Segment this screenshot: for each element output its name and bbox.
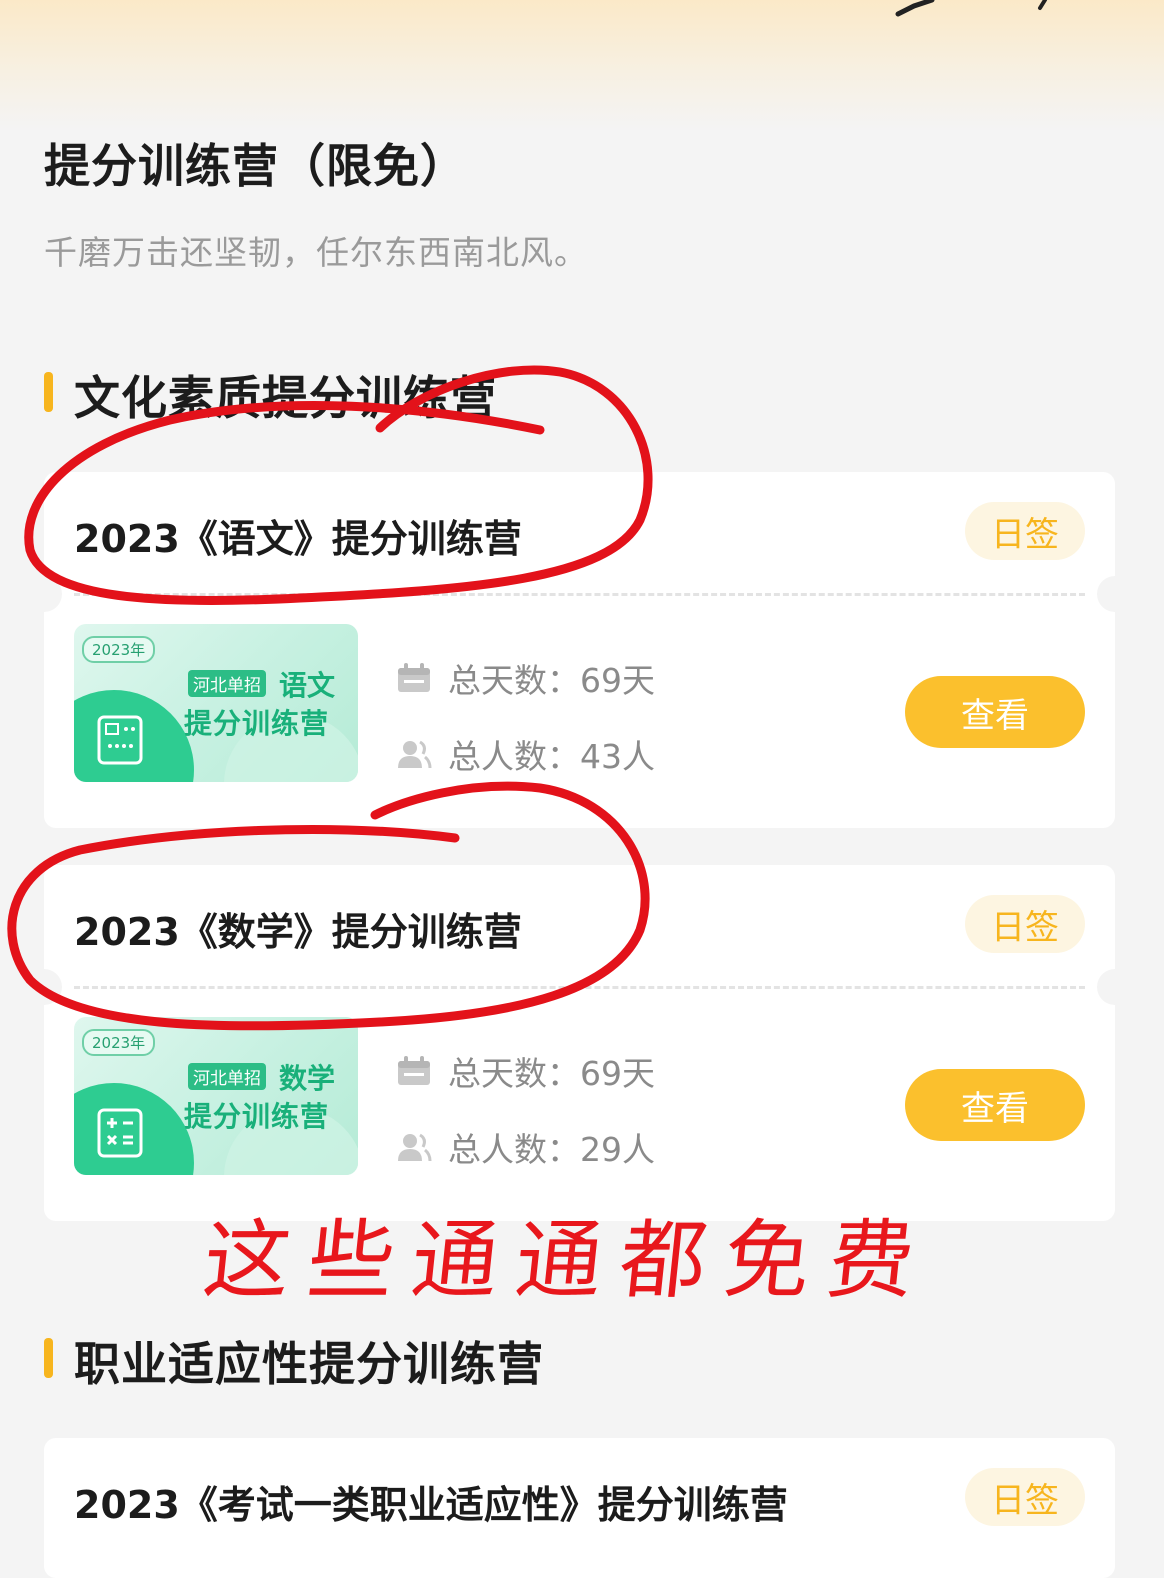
total-people: 总人数：43人: [396, 730, 655, 778]
total-days: 总天数：69天: [396, 654, 655, 702]
thumbnail-tag: 河北单招: [188, 1063, 266, 1090]
thumbnail-subject: 语文: [279, 669, 336, 702]
card-header: 2023《语文》提分训练营 日签: [44, 472, 1115, 594]
card-divider: [74, 986, 1085, 989]
daily-sign-button[interactable]: 日签: [965, 502, 1085, 560]
thumbnail-year: 2023年: [82, 1029, 156, 1056]
ticket-notch: [26, 969, 62, 1005]
header-decoration-icon: [895, 0, 1047, 17]
users-icon: [398, 740, 432, 769]
thumbnail-subject: 数学: [279, 1062, 336, 1095]
section-title: 文化素质提分训练营: [74, 371, 497, 425]
total-people: 总人数：29人: [396, 1123, 655, 1171]
card-header: 2023《考试一类职业适应性》提分训练营 日签: [44, 1438, 1115, 1560]
section-accent-bar: [44, 372, 53, 412]
card-title: 2023《数学》提分训练营: [74, 910, 522, 954]
ticket-notch: [1097, 969, 1133, 1005]
total-people-label: 总人数：43人: [448, 737, 655, 776]
calendar-icon: [398, 663, 430, 692]
ticket-notch: [1097, 576, 1133, 612]
camp-card-vocational[interactable]: 2023《考试一类职业适应性》提分训练营 日签: [44, 1438, 1115, 1578]
book-icon: [97, 715, 143, 765]
camp-card-math[interactable]: 2023《数学》提分训练营 日签 2023年 河北单招 数学 提分训练营 总天数…: [26, 865, 1133, 1221]
users-icon: [398, 1133, 432, 1162]
card-title: 2023《语文》提分训练营: [74, 517, 522, 561]
total-days-label: 总天数：69天: [448, 1054, 655, 1093]
camp-card-chinese[interactable]: 2023《语文》提分训练营 日签 2023年 河北单招 语文 提分训练营 总天数…: [26, 472, 1133, 828]
section-title: 职业适应性提分训练营: [74, 1337, 544, 1391]
total-days: 总天数：69天: [396, 1047, 655, 1095]
card-divider: [74, 593, 1085, 596]
card-header: 2023《数学》提分训练营 日签: [44, 865, 1115, 987]
card-title: 2023《考试一类职业适应性》提分训练营: [74, 1483, 788, 1527]
section-accent-bar: [44, 1338, 53, 1378]
ticket-notch: [26, 576, 62, 612]
course-thumbnail[interactable]: 2023年 河北单招 语文 提分训练营: [74, 624, 358, 782]
view-button[interactable]: 查看: [905, 676, 1085, 748]
calendar-icon: [398, 1056, 430, 1085]
daily-sign-button[interactable]: 日签: [965, 895, 1085, 953]
thumbnail-caption: 提分训练营: [184, 707, 330, 740]
calculator-icon: [97, 1108, 143, 1158]
thumbnail-year: 2023年: [82, 636, 156, 663]
total-days-label: 总天数：69天: [448, 661, 655, 700]
page-subtitle: 千磨万击还坚韧，任尔东西南北风。: [44, 233, 588, 272]
total-people-label: 总人数：29人: [448, 1130, 655, 1169]
page-title: 提分训练营（限免）: [44, 139, 467, 193]
handwritten-annotation: 这些通通都免费: [198, 1211, 938, 1311]
course-thumbnail[interactable]: 2023年 河北单招 数学 提分训练营: [74, 1017, 358, 1175]
thumbnail-caption: 提分训练营: [184, 1100, 330, 1133]
daily-sign-button[interactable]: 日签: [965, 1468, 1085, 1526]
thumbnail-tag: 河北单招: [188, 670, 266, 697]
view-button[interactable]: 查看: [905, 1069, 1085, 1141]
